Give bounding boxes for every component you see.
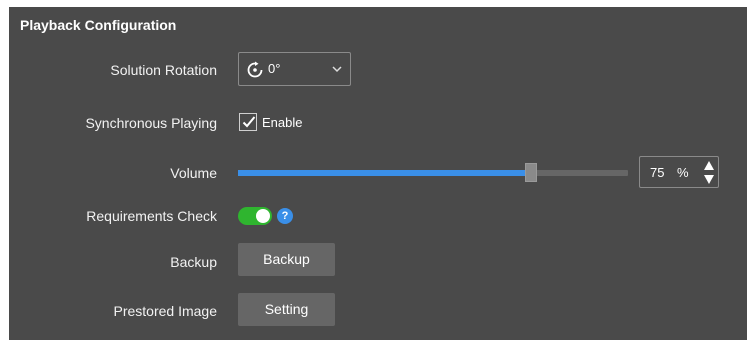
prestored-image-label: Prestored Image <box>113 303 218 319</box>
volume-number-input[interactable]: 75 % <box>639 156 719 188</box>
backup-label: Backup <box>170 254 217 270</box>
requirements-check-label: Requirements Check <box>86 208 217 224</box>
solution-rotation-select[interactable]: 0° <box>238 52 351 86</box>
help-icon[interactable]: ? <box>277 208 293 224</box>
playback-configuration-panel: Playback Configuration Solution Rotation… <box>9 7 747 340</box>
spin-down-icon[interactable] <box>703 174 715 185</box>
volume-slider-fill <box>238 170 531 176</box>
panel-title: Playback Configuration <box>20 17 177 33</box>
synchronous-playing-checkbox[interactable] <box>239 113 257 131</box>
solution-rotation-label: Solution Rotation <box>110 62 217 78</box>
synchronous-playing-label: Synchronous Playing <box>85 115 217 131</box>
prestored-setting-button[interactable]: Setting <box>238 293 335 326</box>
enable-label: Enable <box>262 115 303 130</box>
rotate-icon <box>247 61 263 78</box>
volume-slider[interactable] <box>238 163 628 182</box>
volume-label: Volume <box>170 165 217 181</box>
toggle-knob <box>256 209 270 223</box>
checkmark-icon <box>242 116 256 128</box>
volume-unit: % <box>677 165 689 180</box>
volume-value: 75 <box>650 165 665 180</box>
rotation-value: 0° <box>268 61 281 76</box>
chevron-down-icon <box>332 66 342 73</box>
backup-button[interactable]: Backup <box>238 243 335 276</box>
volume-slider-thumb[interactable] <box>525 163 537 182</box>
spin-up-icon[interactable] <box>703 160 715 171</box>
requirements-check-toggle[interactable] <box>238 207 272 225</box>
